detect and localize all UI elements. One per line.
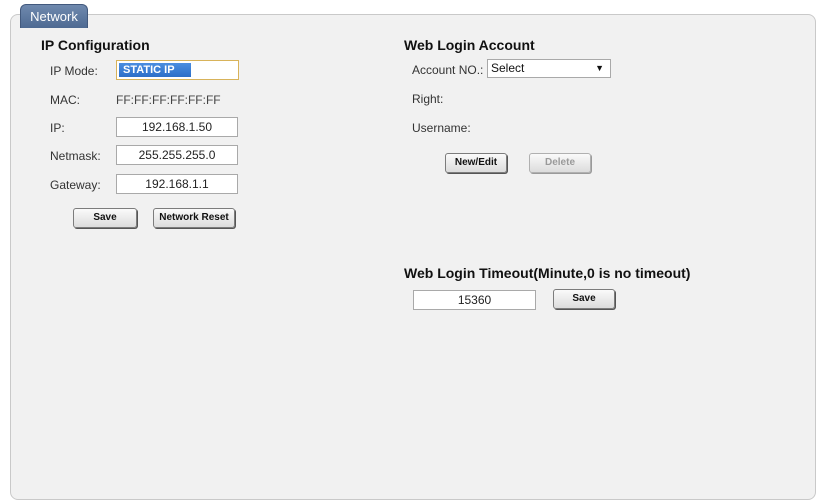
ip-address-input[interactable]: 192.168.1.50 [116,117,238,137]
netmask-input[interactable]: 255.255.255.0 [116,145,238,165]
dropdown-arrow-icon: ▼ [595,63,604,73]
gateway-label: Gateway: [50,178,101,192]
right-label: Right: [412,92,444,106]
new-edit-button[interactable]: New/Edit [445,153,507,173]
account-no-select[interactable]: Select ▼ [487,59,611,78]
account-no-label: Account NO.: [412,63,484,77]
network-reset-button[interactable]: Network Reset [153,208,235,228]
ip-configuration-title: IP Configuration [41,37,150,53]
netmask-label: Netmask: [50,149,101,163]
mac-value: FF:FF:FF:FF:FF:FF [116,93,221,107]
network-panel: IP Configuration IP Mode: STATIC IP MAC:… [10,14,816,500]
ip-label: IP: [50,121,65,135]
web-login-timeout-title: Web Login Timeout(Minute,0 is no timeout… [404,265,691,281]
ip-mode-toggle[interactable]: STATIC IP [116,60,239,80]
gateway-input[interactable]: 192.168.1.1 [116,174,238,194]
ip-mode-label: IP Mode: [50,64,98,78]
ip-mode-value: STATIC IP [119,63,191,77]
account-no-value: Select [491,61,525,75]
username-label: Username: [412,121,471,135]
ip-save-button[interactable]: Save [73,208,137,228]
tab-network[interactable]: Network [20,4,88,28]
timeout-save-button[interactable]: Save [553,289,615,309]
web-login-account-title: Web Login Account [404,37,535,53]
mac-label: MAC: [50,93,80,107]
delete-button[interactable]: Delete [529,153,591,173]
timeout-input[interactable]: 15360 [413,290,536,310]
